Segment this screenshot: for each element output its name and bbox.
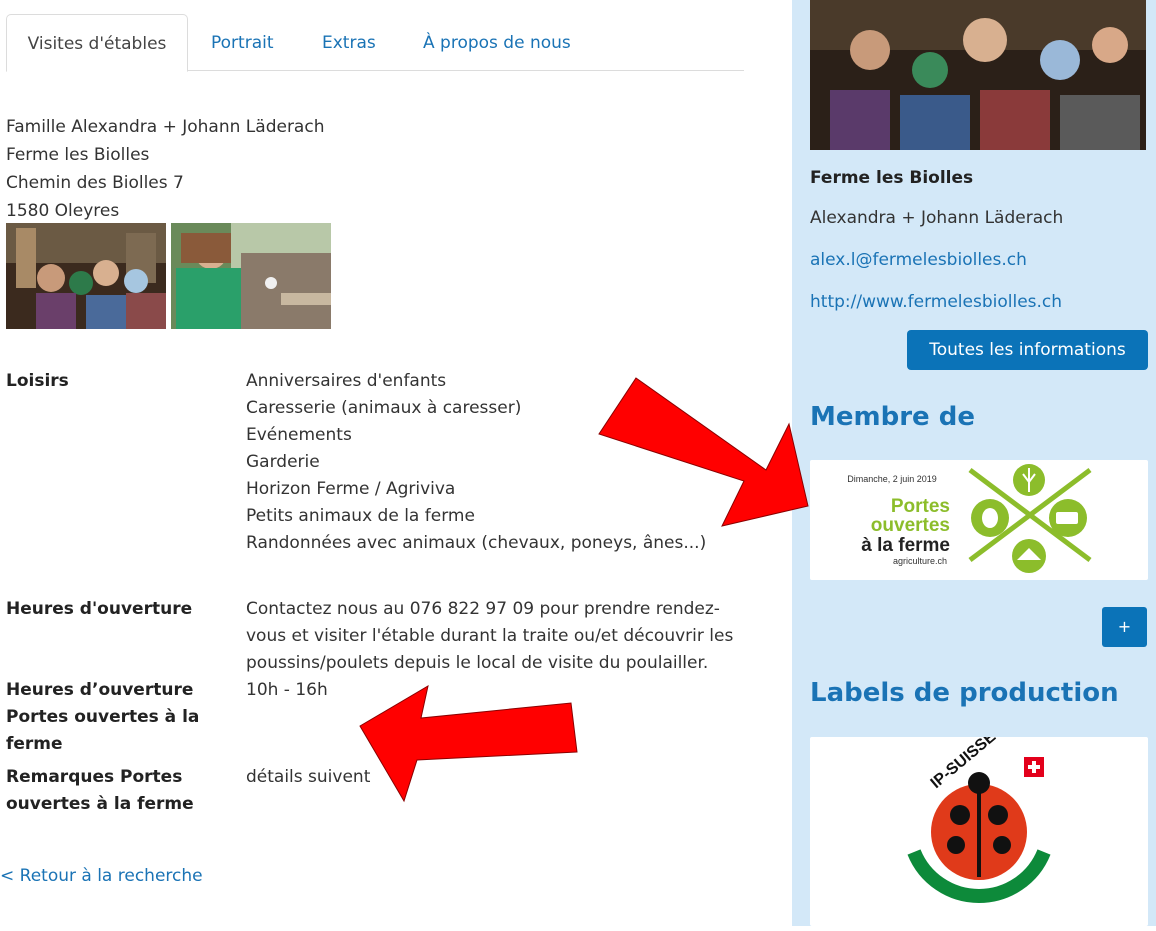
list-item: Randonnées avec animaux (chevaux, poneys…: [246, 533, 707, 553]
list-item: Caresserie (animaux à caresser): [246, 398, 522, 418]
photo-thumbnail-2[interactable]: [171, 223, 331, 329]
svg-text:Dimanche, 2 juin 2019: Dimanche, 2 juin 2019: [847, 474, 937, 484]
sidebar-email-link[interactable]: alex.l@fermelesbiolles.ch: [810, 250, 1027, 270]
portes-ouvertes-logo: Dimanche, 2 juin 2019 Portes ouvertes à …: [847, 464, 1092, 573]
tab-bar: Visites d'étables Portrait Extras À prop…: [6, 14, 744, 72]
farm-address: Famille Alexandra + Johann Läderach Ferm…: [6, 113, 324, 225]
ip-suisse-logo: IP-SUISSE: [907, 728, 1051, 904]
remarques-label: Remarques Portes ouvertes à la ferme: [6, 767, 194, 814]
remarques-value: détails suivent: [246, 767, 371, 787]
heures-po-label: Heures d’ouverture Portes ouvertes à la …: [6, 680, 200, 754]
loisirs-list: Anniversaires d'enfants Caresserie (anim…: [246, 368, 706, 557]
plus-button[interactable]: +: [1102, 607, 1147, 647]
address-line: Chemin des Biolles 7: [6, 173, 184, 193]
loisirs-label: Loisirs: [6, 371, 69, 391]
list-item: Horizon Ferme / Agriviva: [246, 479, 456, 499]
list-item: Garderie: [246, 452, 320, 472]
svg-text:ouvertes: ouvertes: [871, 515, 950, 536]
text-line: poussins/poulets depuis le local de visi…: [246, 653, 709, 673]
sidebar-farm-name: Ferme les Biolles: [810, 168, 974, 188]
tab-visites-etables[interactable]: Visites d'étables: [6, 14, 188, 72]
photo-thumbnail-1[interactable]: [6, 223, 166, 329]
heures-value: Contactez nous au 076 822 97 09 pour pre…: [246, 596, 733, 677]
list-item: Petits animaux de la ferme: [246, 506, 475, 526]
tab-a-propos[interactable]: À propos de nous: [423, 14, 571, 70]
address-line: Famille Alexandra + Johann Läderach: [6, 117, 325, 137]
heures-po-value: 10h - 16h: [246, 680, 328, 700]
svg-text:Portes: Portes: [891, 496, 950, 517]
list-item: Anniversaires d'enfants: [246, 371, 447, 391]
tab-extras[interactable]: Extras: [322, 14, 376, 70]
text-line: vous et visiter l'étable durant la trait…: [246, 626, 734, 646]
membre-de-heading: Membre de: [810, 402, 975, 432]
all-information-button[interactable]: Toutes les informations: [907, 330, 1148, 370]
back-to-search-link[interactable]: < Retour à la recherche: [0, 866, 203, 886]
heures-label: Heures d'ouverture: [6, 599, 193, 619]
tab-portrait[interactable]: Portrait: [211, 14, 274, 70]
red-arrow-left: [359, 684, 578, 803]
svg-text:à la ferme: à la ferme: [861, 535, 950, 556]
address-line: 1580 Oleyres: [6, 201, 120, 221]
labels-production-heading: Labels de production: [810, 678, 1119, 708]
text-line: Contactez nous au 076 822 97 09 pour pre…: [246, 599, 720, 619]
svg-text:agriculture.ch: agriculture.ch: [893, 556, 947, 566]
farm-photo: [810, 0, 1146, 150]
sidebar: Ferme les Biolles Alexandra + Johann Läd…: [792, 0, 1156, 926]
ip-suisse-card[interactable]: IP-SUISSE: [810, 728, 1148, 926]
portes-ouvertes-card[interactable]: Dimanche, 2 juin 2019 Portes ouvertes à …: [810, 460, 1148, 580]
clover-icon: [968, 464, 1092, 573]
sidebar-website-link[interactable]: http://www.fermelesbiolles.ch: [810, 292, 1062, 312]
list-item: Evénements: [246, 425, 352, 445]
sidebar-owner: Alexandra + Johann Läderach: [810, 208, 1064, 228]
address-line: Ferme les Biolles: [6, 145, 150, 165]
